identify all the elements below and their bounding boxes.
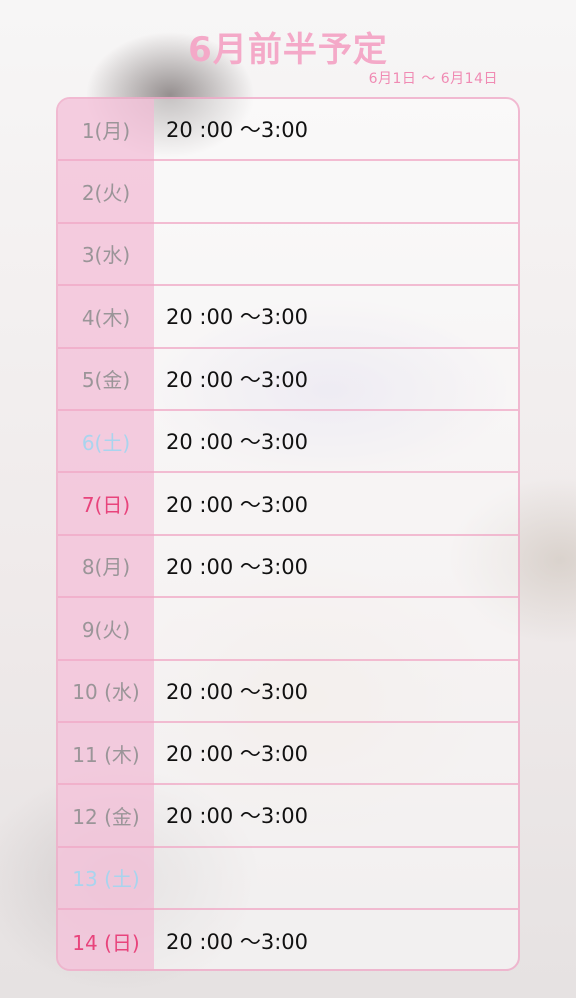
time-label: 20 :00 〜3:00 [166,804,309,829]
date-range: 6月1日 〜 6月14日 [368,71,498,87]
time-label: 20 :00 〜3:00 [166,118,309,143]
day-label: 3(水) [81,243,131,268]
time-label: 20 :00 〜3:00 [166,305,309,330]
day-label: 1(月) [81,118,131,143]
schedule-card: 1(月) 20 :00 〜3:00 2(火) 3(水) 4(木) 20 :00 … [56,97,520,971]
day-label: 5(金) [81,368,131,393]
time-label: 20 :00 〜3:00 [166,742,309,767]
time-label: 20 :00 〜3:00 [166,367,309,392]
time-label: 20 :00 〜3:00 [166,554,309,579]
schedule-row: 8(月) 20 :00 〜3:00 [58,536,518,599]
schedule-row: 7(日) 20 :00 〜3:00 [58,473,518,536]
schedule-row: 6(土) 20 :00 〜3:00 [58,411,518,474]
schedule-row: 11 (木) 20 :00 〜3:00 [58,723,518,786]
page-title: 6月前半予定 [188,30,388,70]
day-label: 7(日) [81,493,131,518]
schedule-row: 14 (日) 20 :00 〜3:00 [58,910,518,969]
day-label: 4(木) [81,305,131,330]
time-label: 20 :00 〜3:00 [166,679,309,704]
day-label: 6(土) [81,430,131,455]
schedule-row: 13 (土) [58,848,518,911]
time-label: 20 :00 〜3:00 [166,492,309,517]
schedule-row: 3(水) [58,224,518,287]
day-label: 12 (金) [72,804,140,829]
day-label: 9(火) [81,617,131,642]
schedule-row: 1(月) 20 :00 〜3:00 [58,99,518,162]
day-label: 14 (日) [72,930,140,955]
day-label: 13 (土) [72,867,140,892]
schedule-row: 2(火) [58,161,518,224]
schedule-row: 10 (水) 20 :00 〜3:00 [58,661,518,723]
day-label: 10 (水) [72,680,140,705]
time-label: 20 :00 〜3:00 [166,930,309,955]
schedule-row: 4(木) 20 :00 〜3:00 [58,286,518,349]
day-label: 2(火) [81,181,131,206]
schedule-rows: 1(月) 20 :00 〜3:00 2(火) 3(水) 4(木) 20 :00 … [58,99,518,969]
time-label: 20 :00 〜3:00 [166,430,309,455]
day-label: 11 (木) [72,742,140,767]
schedule-row: 5(金) 20 :00 〜3:00 [58,349,518,411]
day-label: 8(月) [81,555,131,580]
schedule-row: 12 (金) 20 :00 〜3:00 [58,785,518,848]
schedule-row: 9(火) [58,598,518,661]
